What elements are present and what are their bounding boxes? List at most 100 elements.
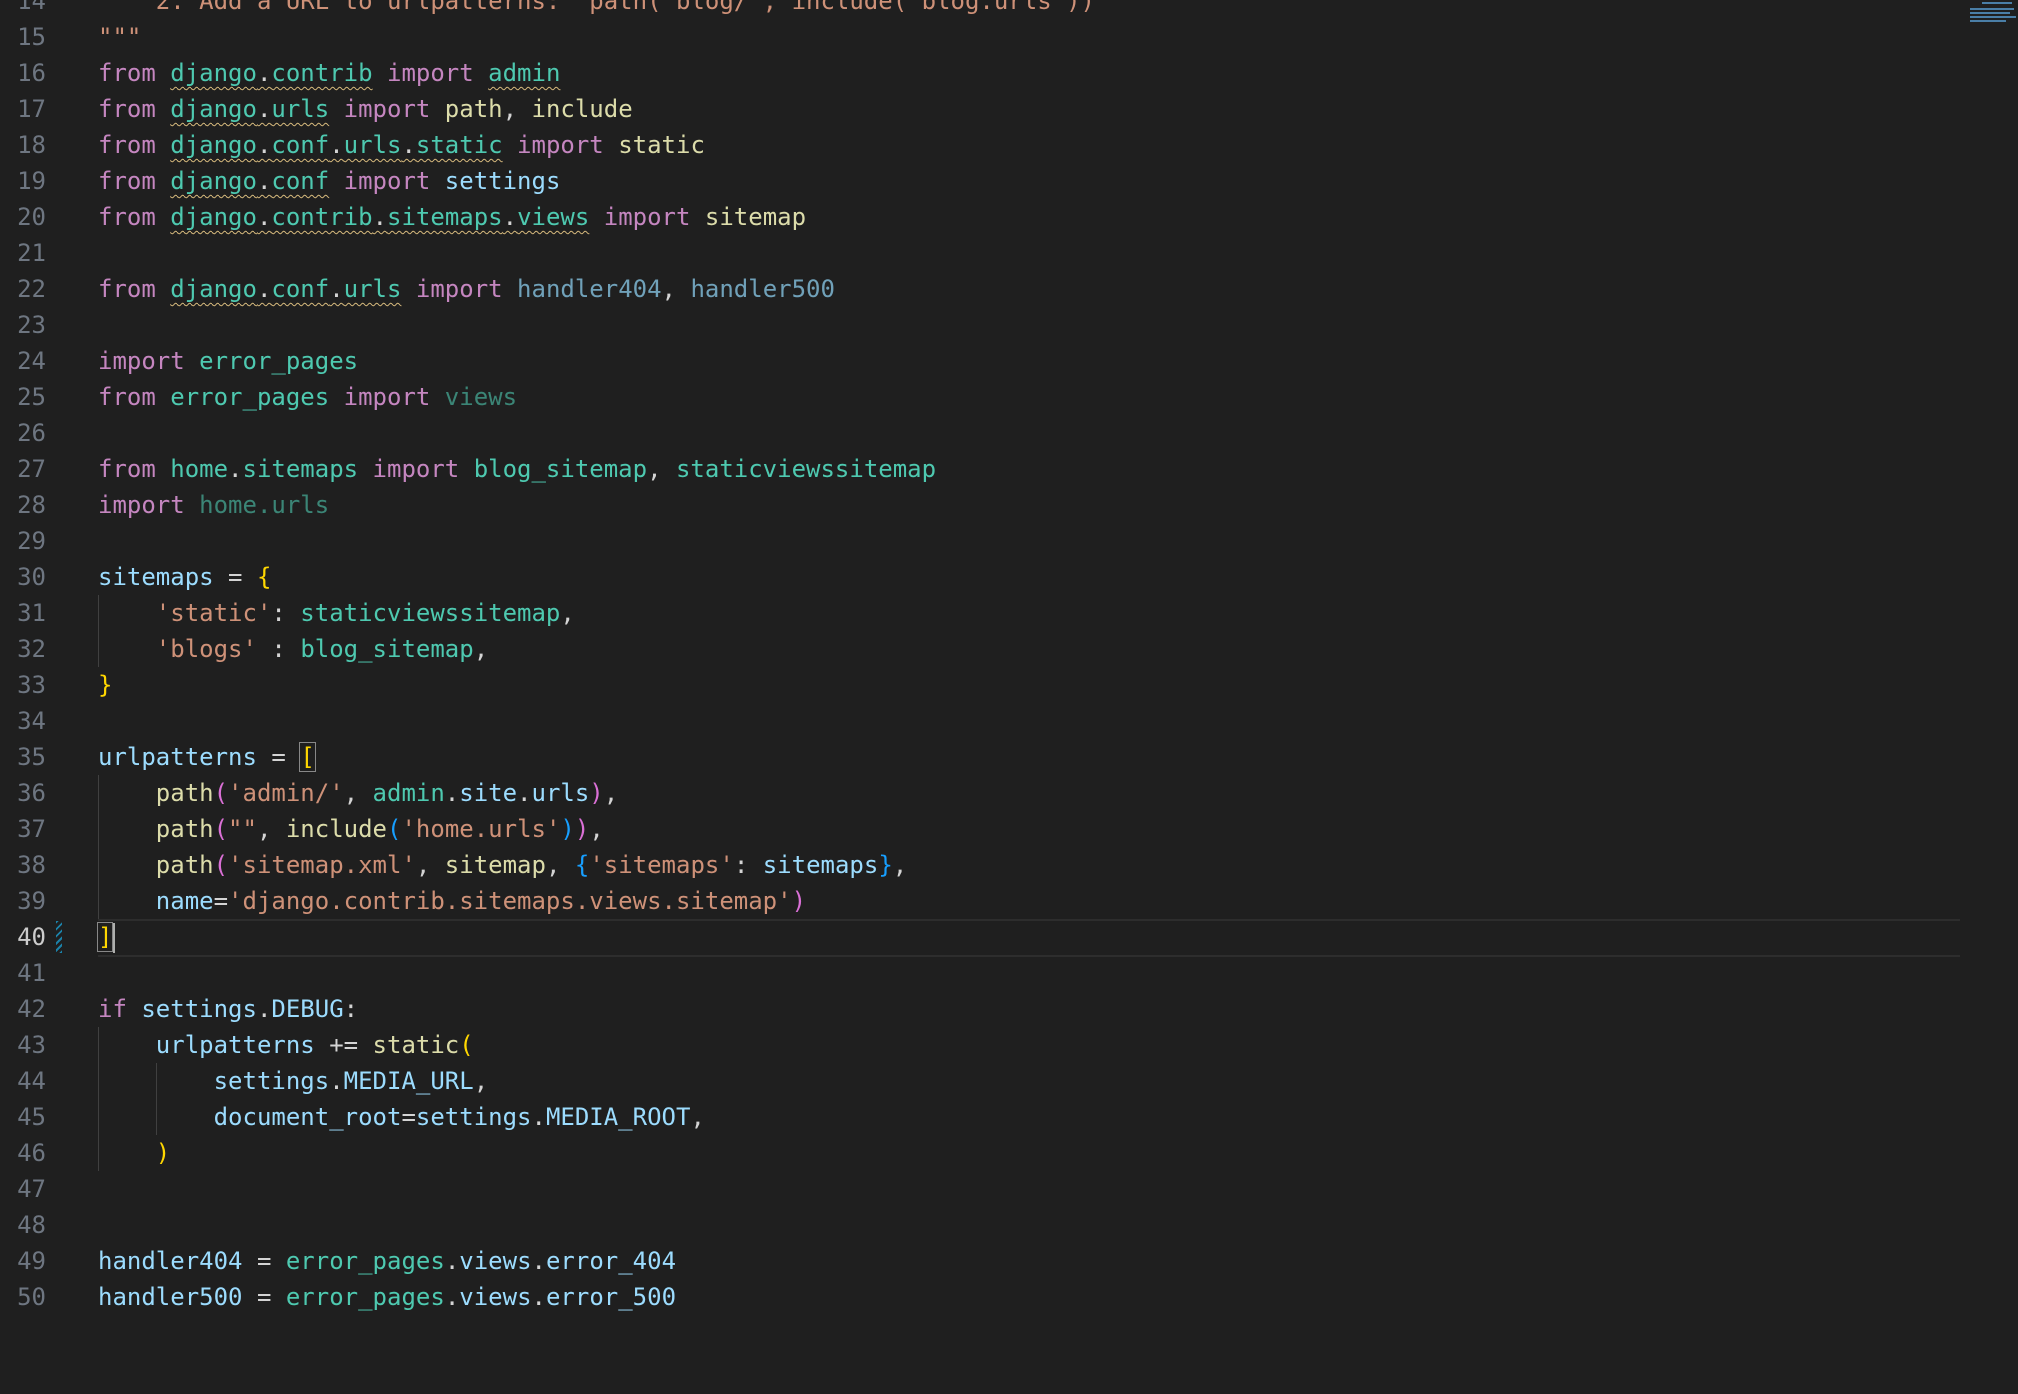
line-code[interactable]: from django.urls import path, include [98,91,633,127]
code-line[interactable]: 18 from django.conf.urls.static import st… [0,127,1960,163]
line-code[interactable]: import home.urls [98,487,329,523]
code-line[interactable]: 36 path('admin/', admin.site.urls), [0,775,1960,811]
line-code[interactable]: from home.sitemaps import blog_sitemap, … [98,451,936,487]
code-token: , [690,1103,705,1131]
line-code[interactable]: path('sitemap.xml', sitemap, {'sitemaps'… [98,847,907,883]
line-code[interactable]: handler404 = error_pages.views.error_404 [98,1243,676,1279]
line-code[interactable]: urlpatterns += static( [98,1027,474,1063]
code-line[interactable]: 45 document_root=settings.MEDIA_ROOT, [0,1099,1960,1135]
code-line[interactable]: 17 from django.urls import path, include [0,91,1960,127]
code-line[interactable]: 38 path('sitemap.xml', sitemap, {'sitema… [0,847,1960,883]
code-line[interactable]: 16 from django.contrib import admin [0,55,1960,91]
code-line[interactable]: 39 name='django.contrib.sitemaps.views.s… [0,883,1960,919]
code-line[interactable]: 48 [0,1207,1960,1243]
code-token: django [170,167,257,195]
code-line[interactable]: 19 from django.conf import settings [0,163,1960,199]
code-line[interactable]: 35 urlpatterns = [ [0,739,1960,775]
line-code[interactable]: """ [98,19,141,55]
line-code[interactable]: from django.contrib.sitemaps.views impor… [98,199,806,235]
line-code[interactable]: settings.MEDIA_URL, [98,1063,489,1099]
code-line[interactable]: 29 [0,523,1960,559]
line-code[interactable]: document_root=settings.MEDIA_ROOT, [98,1099,705,1135]
code-line[interactable]: 15 """ [0,19,1960,55]
line-code[interactable]: import error_pages [98,343,358,379]
code-token: . [256,131,272,159]
code-token: ( [213,815,229,843]
line-code[interactable]: } [98,667,112,703]
code-line[interactable]: 40] [0,919,1960,957]
code-line[interactable]: 31 'static': staticviewssitemap, [0,595,1960,631]
code-token: . [444,1283,460,1311]
code-editor[interactable]: 14 2. Add a URL to urlpatterns: path('bl… [0,0,2018,1394]
code-token: conf [271,131,330,159]
code-token: 'admin/' [228,779,344,807]
code-line[interactable]: 20 from django.contrib.sitemaps.views imp… [0,199,1960,235]
code-line[interactable]: 47 [0,1171,1960,1207]
line-code[interactable]: from django.conf.urls.static import stat… [98,127,705,163]
line-code[interactable]: 'blogs' : blog_sitemap, [98,631,488,667]
code-line[interactable]: 23 [0,307,1960,343]
minimap[interactable] [1968,0,2018,30]
code-line[interactable]: 42 if settings.DEBUG: [0,991,1960,1027]
code-line[interactable]: 44 settings.MEDIA_URL, [0,1063,1960,1099]
line-code[interactable]: urlpatterns = [ [98,739,316,775]
line-code[interactable]: sitemaps = { [98,559,271,595]
code-line[interactable]: 46 ) [0,1135,1960,1171]
line-number: 19 [17,167,46,195]
code-token: 'sitemap.xml' [228,851,416,879]
line-code[interactable]: ] [96,919,116,955]
code-line[interactable]: 43 urlpatterns += static( [0,1027,1960,1063]
code-line[interactable]: 30 sitemaps = { [0,559,1960,595]
line-code[interactable]: 2. Add a URL to urlpatterns: path('blog/… [98,0,1095,19]
line-code[interactable]: from django.conf.urls import handler404,… [98,271,835,307]
code-token: error_500 [545,1283,677,1311]
line-code[interactable]: path('admin/', admin.site.urls), [98,775,618,811]
code-token: error_pages [199,347,359,375]
line-number: 47 [17,1175,46,1203]
code-line[interactable]: 41 [0,955,1960,991]
line-code[interactable]: from django.conf import settings [98,163,560,199]
code-token: include [285,815,388,843]
code-line[interactable]: 37 path("", include('home.urls')), [0,811,1960,847]
code-line[interactable]: 24 import error_pages [0,343,1960,379]
code-token: error_pages [170,383,330,411]
code-token: : [256,635,301,663]
code-line[interactable]: 32 'blogs' : blog_sitemap, [0,631,1960,667]
code-line[interactable]: 49 handler404 = error_pages.views.error_4… [0,1243,1960,1279]
code-token: , [589,815,604,843]
line-code[interactable]: from django.contrib import admin [98,55,560,91]
code-line[interactable]: 50 handler500 = error_pages.views.error_5… [0,1279,1960,1315]
code-line[interactable]: 14 2. Add a URL to urlpatterns: path('bl… [0,0,1960,19]
line-code[interactable]: 'static': staticviewssitemap, [98,595,575,631]
code-line[interactable]: 26 [0,415,1960,451]
code-line[interactable]: 21 [0,235,1960,271]
line-code[interactable]: if settings.DEBUG: [98,991,358,1027]
code-token: , [415,851,445,879]
code-token: settings [444,167,561,195]
code-token: contrib [271,203,373,231]
code-line[interactable]: 28 import home.urls [0,487,1960,523]
code-token: conf [271,275,330,303]
code-token: ) [791,887,807,915]
code-token: contrib [271,59,373,87]
code-line[interactable]: 27 from home.sitemaps import blog_sitemap… [0,451,1960,487]
code-line[interactable]: 33} [0,667,1960,703]
code-token: . [329,131,344,159]
line-code[interactable]: name='django.contrib.sitemaps.views.site… [98,883,806,919]
line-code[interactable]: from error_pages import views [98,379,517,415]
line-number: 36 [17,779,46,807]
line-code[interactable]: path("", include('home.urls')), [98,811,604,847]
code-token: import [372,59,489,87]
code-line[interactable]: 34 [0,703,1960,739]
line-number: 40 [17,923,46,951]
code-line[interactable]: 22 from django.conf.urls import handler40… [0,271,1960,307]
code-token: . [502,203,518,231]
code-token: , [256,815,286,843]
line-code[interactable]: handler500 = error_pages.views.error_500 [98,1279,676,1315]
modified-line-indicator[interactable] [56,921,62,953]
line-code[interactable]: ) [98,1135,170,1171]
code-line[interactable]: 25 from error_pages import views [0,379,1960,415]
